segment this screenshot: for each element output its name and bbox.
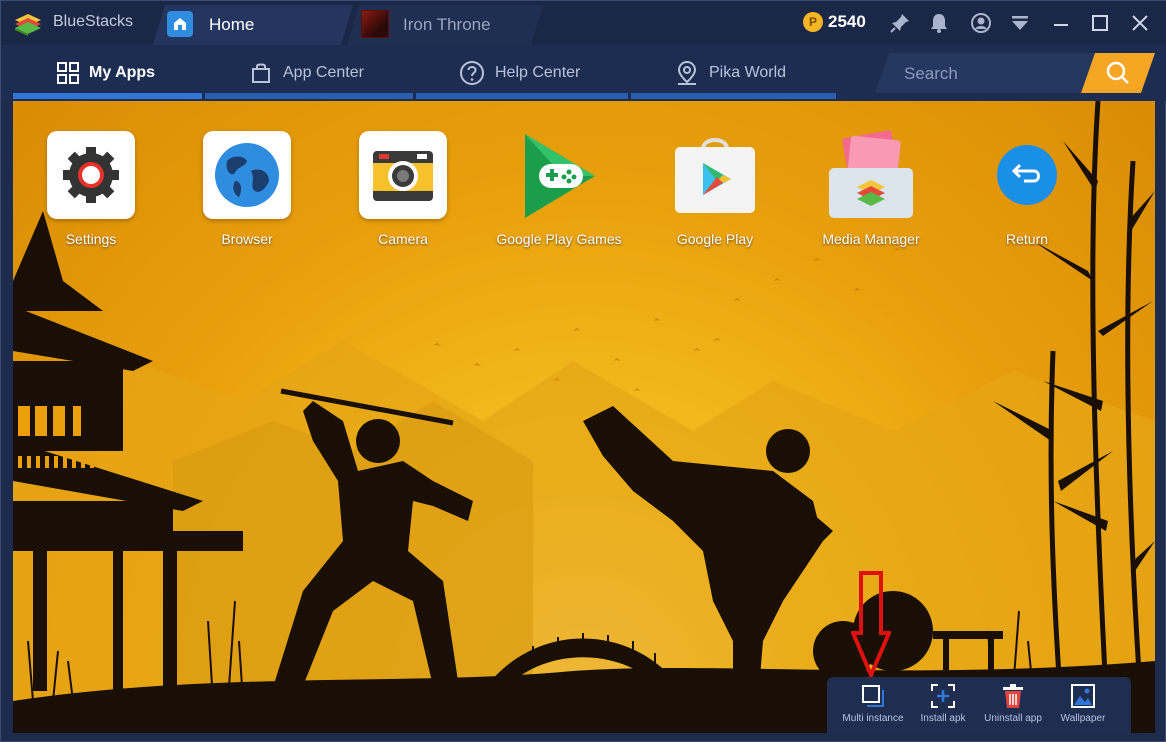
settings-gear-icon — [47, 131, 135, 219]
tray-label: Wallpaper — [1060, 713, 1106, 724]
maximize-icon[interactable] — [1088, 11, 1112, 35]
title-bar: BlueStacks Home Iron Throne P 2540 — [1, 1, 1166, 45]
tab-home[interactable]: Home — [153, 5, 353, 45]
image-icon — [1071, 684, 1095, 708]
app-settings[interactable]: Settings — [13, 131, 169, 247]
app-return[interactable]: Return — [949, 131, 1105, 247]
grid-icon — [57, 62, 79, 84]
trash-icon — [1003, 684, 1023, 708]
search-placeholder[interactable]: Search — [904, 64, 958, 84]
app-label: Media Manager — [822, 231, 920, 247]
help-icon — [460, 61, 484, 85]
app-media-manager[interactable]: Media Manager — [793, 130, 949, 247]
app-name: BlueStacks — [53, 13, 134, 30]
bluestacks-logo-icon — [15, 14, 41, 36]
return-icon — [983, 131, 1071, 219]
app-google-play[interactable]: Google Play — [637, 131, 793, 247]
tool-tray: Multi instance Install apk Uninstall app… — [827, 677, 1131, 735]
install-apk-button[interactable]: Install apk — [905, 683, 981, 724]
app-label: Google Play Games — [496, 231, 622, 247]
install-apk-icon — [931, 684, 955, 708]
annotation-arrow-icon — [851, 571, 891, 679]
coins-count[interactable]: 2540 — [828, 12, 866, 32]
tab-home-label: Home — [209, 15, 255, 34]
account-icon[interactable] — [969, 11, 993, 35]
pin-icon[interactable] — [888, 11, 912, 35]
nav-pika-world-label: Pika World — [709, 64, 787, 81]
location-icon — [677, 60, 697, 85]
app-label: Settings — [65, 231, 117, 247]
tab-iron-throne-label: Iron Throne — [403, 15, 491, 34]
nav-underline — [205, 93, 413, 99]
tab-iron-throne[interactable]: Iron Throne — [347, 5, 543, 45]
nav-my-apps-label: My Apps — [89, 64, 156, 81]
home-screen: Settings Browser Camera Google Play Game… — [13, 101, 1155, 733]
minimize-icon[interactable] — [1049, 11, 1073, 35]
app-google-play-games[interactable]: Google Play Games — [481, 131, 637, 247]
nav-underline — [416, 93, 628, 99]
game-thumbnail — [361, 10, 389, 38]
app-browser[interactable]: Browser — [169, 131, 325, 247]
bell-icon[interactable] — [927, 11, 951, 35]
search-icon — [1105, 60, 1131, 86]
uninstall-app-button[interactable]: Uninstall app — [975, 683, 1051, 724]
folder-icon — [827, 130, 915, 219]
tray-label: Multi instance — [842, 713, 904, 724]
app-label: Google Play — [676, 231, 754, 247]
multi-instance-icon — [862, 685, 884, 707]
coin-icon: P — [803, 12, 823, 32]
camera-icon — [359, 131, 447, 219]
nav-app-center-label: App Center — [283, 64, 364, 81]
tray-label: Uninstall app — [984, 713, 1042, 724]
app-label: Return — [1005, 231, 1049, 247]
nav-underline — [631, 93, 836, 99]
gamepad-icon — [515, 131, 603, 219]
globe-icon — [203, 131, 291, 219]
bag-icon — [252, 63, 270, 83]
dropdown-icon[interactable] — [1008, 11, 1032, 35]
app-camera[interactable]: Camera — [325, 131, 481, 247]
home-icon — [167, 11, 193, 37]
wallpaper-button[interactable]: Wallpaper — [1045, 683, 1121, 724]
close-icon[interactable] — [1128, 11, 1152, 35]
play-store-icon — [671, 131, 759, 219]
nav-help-center-label: Help Center — [495, 64, 581, 81]
app-label: Browser — [221, 231, 273, 247]
tray-label: Install apk — [920, 713, 966, 724]
nav-underline-active — [13, 93, 202, 99]
app-label: Camera — [378, 231, 428, 247]
bluestacks-window: BlueStacks Home Iron Throne P 2540 My Ap… — [0, 0, 1166, 742]
multi-instance-button[interactable]: Multi instance — [835, 683, 911, 724]
